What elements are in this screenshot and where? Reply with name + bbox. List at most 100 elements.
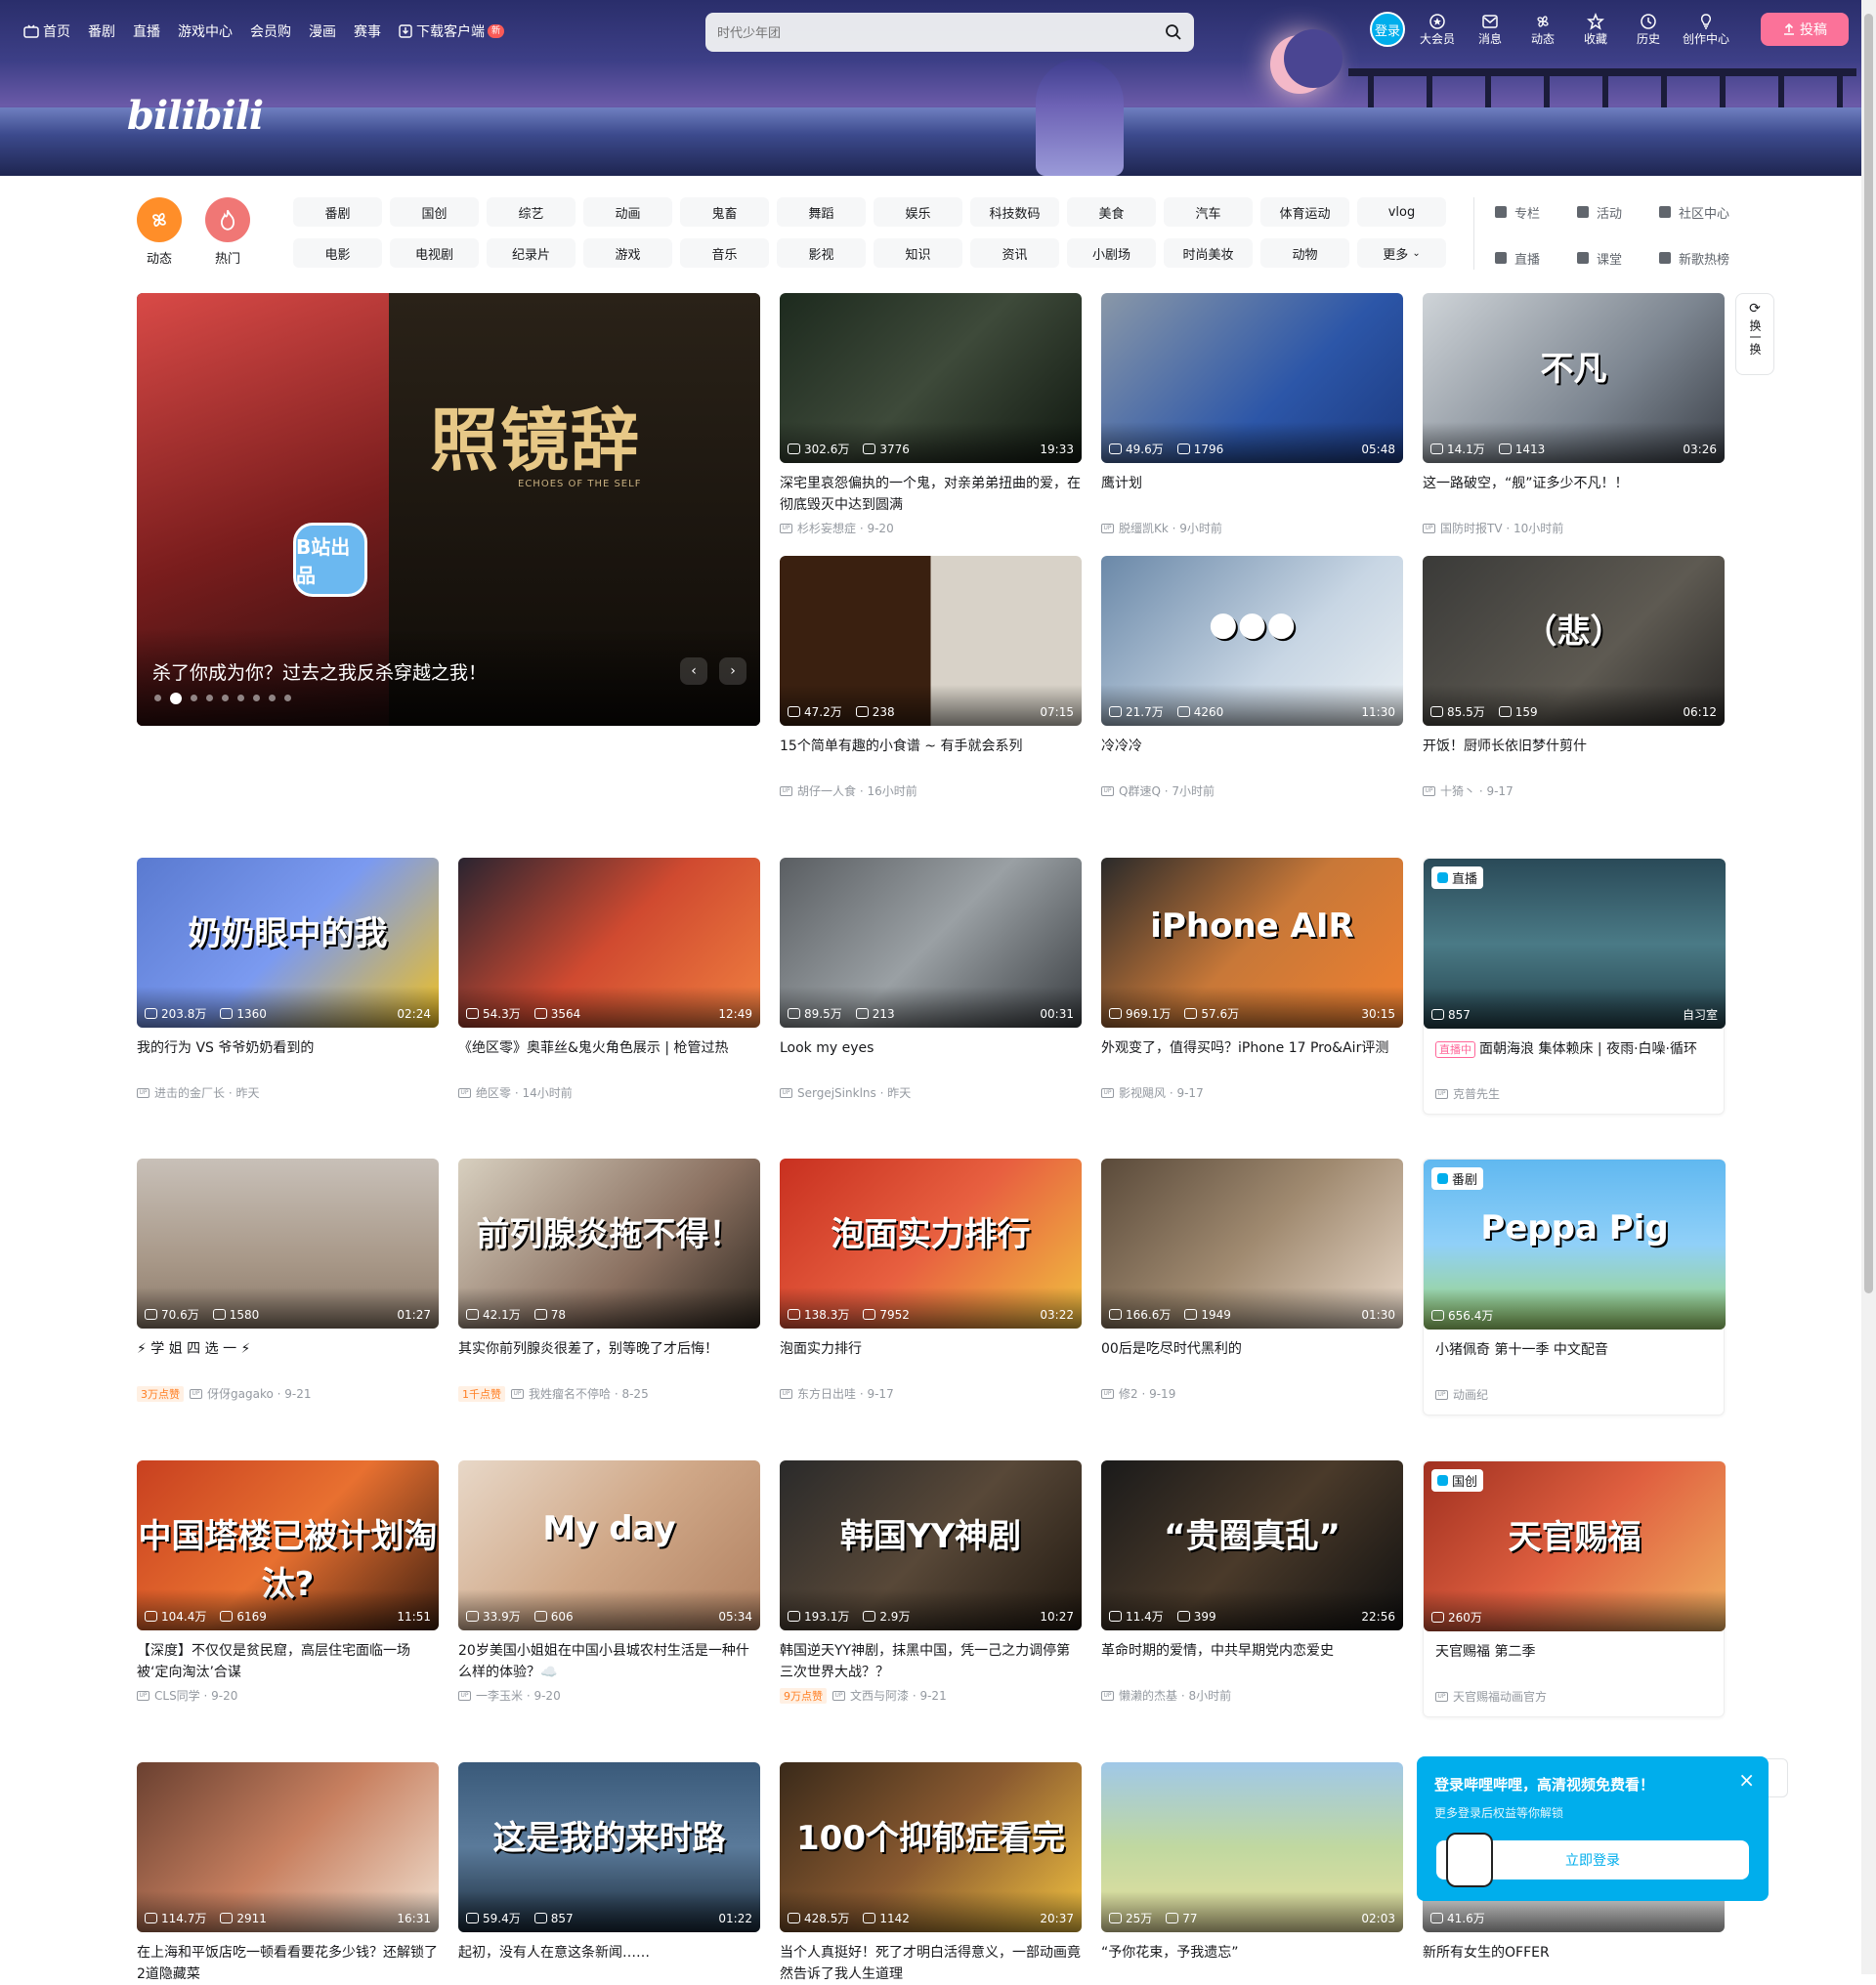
- video-card[interactable]: 天官赐福 国创 260万 天官赐福 第二季 UP 天官赐福动画官方: [1423, 1460, 1726, 1717]
- channel-item[interactable]: 游戏: [583, 238, 672, 268]
- channel-item[interactable]: 资讯: [970, 238, 1059, 268]
- nav-match[interactable]: 赛事: [354, 21, 381, 41]
- tool-favorites[interactable]: 收藏: [1577, 12, 1614, 47]
- video-title[interactable]: 直播中 面朝海浪 集体赖床 | 夜雨·白噪·循环: [1424, 1038, 1724, 1081]
- video-title[interactable]: 泡面实力排行: [780, 1338, 1082, 1381]
- channel-dynamic[interactable]: 动态: [137, 197, 182, 267]
- video-card[interactable]: 114.7万 2911 16:31 在上海和平饭店吃一顿看看要花多少钱？还解锁了2道隐…: [137, 1762, 439, 1985]
- scrollbar-thumb[interactable]: [1864, 14, 1873, 1293]
- video-thumbnail[interactable]: 70.6万 1580 01:27: [137, 1159, 439, 1329]
- video-card[interactable]: ●●● 21.7万 4260 11:30 冷冷冷 UP Q群速Q · 7小时前: [1101, 556, 1403, 799]
- channel-hot[interactable]: 热门: [205, 197, 250, 267]
- video-title[interactable]: 我的行为 VS 爷爷奶奶看到的: [137, 1037, 439, 1080]
- search-input[interactable]: [717, 24, 1165, 40]
- nav-mall[interactable]: 会员购: [250, 21, 291, 41]
- uploader-name[interactable]: 克普先生: [1453, 1085, 1500, 1102]
- uploader-name[interactable]: 影视飓风: [1119, 1084, 1166, 1101]
- video-thumbnail[interactable]: 47.2万 238 07:15: [780, 556, 1082, 726]
- video-card[interactable]: My day 33.9万 606 05:34 20岁美国小姐姐在中国小县城农村生活是一种…: [458, 1460, 760, 1704]
- uploader-name[interactable]: 十猗丶: [1440, 782, 1475, 799]
- channel-item[interactable]: 番剧: [293, 197, 382, 227]
- video-thumbnail[interactable]: iPhone AIR 969.1万 57.6万 30:15: [1101, 858, 1403, 1028]
- video-card[interactable]: 49.6万 1796 05:48 鹰计划 UP 脱缰凯Kk · 9小时前: [1101, 293, 1403, 536]
- channel-item[interactable]: 娱乐: [874, 197, 962, 227]
- uploader-name[interactable]: 一李玉米: [476, 1687, 523, 1704]
- uploader-name[interactable]: 绝区零: [476, 1084, 511, 1101]
- channel-more[interactable]: 更多 ⌄: [1357, 238, 1446, 268]
- channel-item[interactable]: 国创: [390, 197, 479, 227]
- uploader-name[interactable]: Q群速Q: [1119, 782, 1161, 799]
- video-title[interactable]: 《绝区零》奥菲丝&鬼火角色展示 | 枪管过热: [458, 1037, 760, 1080]
- bilibili-logo[interactable]: bilibili: [127, 93, 264, 139]
- channel-item[interactable]: 美食: [1067, 197, 1156, 227]
- video-card[interactable]: 100个抑郁症看完 428.5万 1142 20:37 当个人真挺好！死了才明白活得意义…: [780, 1762, 1082, 1985]
- video-thumbnail[interactable]: 25万 77 02:03: [1101, 1762, 1403, 1932]
- video-card[interactable]: 89.5万 213 00:31 Look my eyes UP SergejSinklns…: [780, 858, 1082, 1101]
- search-box[interactable]: [705, 13, 1194, 52]
- carousel-caption[interactable]: 杀了你成为你？过去之我反杀穿越之我！: [152, 658, 487, 685]
- video-thumbnail[interactable]: （悲） 85.5万 159 06:12: [1423, 556, 1725, 726]
- uploader-name[interactable]: 胡仔一人食: [797, 782, 856, 799]
- uploader-name[interactable]: 天官赐福动画官方: [1453, 1688, 1547, 1705]
- video-card[interactable]: 韩国YY神剧 193.1万 2.9万 10:27 韩国逆天YY神剧，抹黑中国，凭一己之力…: [780, 1460, 1082, 1704]
- video-card[interactable]: 中国塔楼已被计划淘汰? 104.4万 6169 11:51 【深度】不仅仅是贫民窟，高层…: [137, 1460, 439, 1704]
- refresh-button[interactable]: ⟳ 换一换: [1735, 293, 1774, 375]
- tool-creator-center[interactable]: 创作中心: [1683, 13, 1729, 47]
- channel-item[interactable]: 舞蹈: [777, 197, 866, 227]
- video-title[interactable]: 天官赐福 第二季: [1424, 1641, 1724, 1684]
- video-thumbnail[interactable]: ●●● 21.7万 4260 11:30: [1101, 556, 1403, 726]
- video-thumbnail[interactable]: 泡面实力排行 138.3万 7952 03:22: [780, 1159, 1082, 1329]
- video-title[interactable]: 新所有女生的OFFER: [1423, 1942, 1725, 1985]
- video-title[interactable]: 其实你前列腺炎很差了，别等晚了才后悔！: [458, 1338, 760, 1381]
- video-card[interactable]: 泡面实力排行 138.3万 7952 03:22 泡面实力排行 UP 东方日出哇 · 9-1…: [780, 1159, 1082, 1402]
- carousel-dot[interactable]: [269, 695, 276, 701]
- nav-download[interactable]: 下载客户端 新: [399, 21, 505, 41]
- tool-vip[interactable]: 大会员: [1419, 13, 1456, 47]
- video-thumbnail[interactable]: Peppa Pig 番剧 656.4万: [1424, 1160, 1726, 1330]
- side-link-music-chart[interactable]: 新歌热榜: [1659, 248, 1735, 268]
- video-card[interactable]: 25万 77 02:03 “予你花束，予我遗忘”: [1101, 1762, 1403, 1985]
- uploader-name[interactable]: 东方日出哇: [797, 1385, 856, 1402]
- uploader-name[interactable]: 修2: [1119, 1385, 1138, 1402]
- uploader-name[interactable]: CLS同学: [154, 1687, 200, 1704]
- video-card[interactable]: 前列腺炎拖不得！ 42.1万 78 其实你前列腺炎很差了，别等晚了才后悔！ 1千点赞 UP…: [458, 1159, 760, 1402]
- carousel-dot[interactable]: [284, 695, 291, 701]
- upload-button[interactable]: 投稿: [1761, 13, 1850, 46]
- uploader-name[interactable]: 国防时报TV: [1440, 520, 1503, 536]
- channel-item[interactable]: 综艺: [487, 197, 576, 227]
- uploader-name[interactable]: 杉杉妄想症: [797, 520, 856, 536]
- video-card[interactable]: 奶奶眼中的我 203.8万 1360 02:24 我的行为 VS 爷爷奶奶看到的 UP 进击…: [137, 858, 439, 1101]
- video-title[interactable]: ⚡ 学 姐 四 选 一 ⚡: [137, 1338, 439, 1381]
- video-title[interactable]: 20岁美国小姐姐在中国小县城农村生活是一种什么样的体验？☁️: [458, 1640, 760, 1683]
- channel-item[interactable]: 汽车: [1164, 197, 1253, 227]
- video-title[interactable]: “予你花束，予我遗忘”: [1101, 1942, 1403, 1985]
- video-title[interactable]: 00后是吃尽时代黑利的: [1101, 1338, 1403, 1381]
- video-card[interactable]: 166.6万 1949 01:30 00后是吃尽时代黑利的 UP 修2 · 9-19: [1101, 1159, 1403, 1402]
- video-title[interactable]: 革命时期的爱情，中共早期党内恋爱史: [1101, 1640, 1403, 1683]
- side-link-activity[interactable]: 活动: [1577, 202, 1653, 222]
- channel-item[interactable]: 动物: [1260, 238, 1349, 268]
- video-card[interactable]: 不凡 14.1万 1413 03:26 这一路破空，“舰”证多少不凡！！ UP 国防时报TV…: [1423, 293, 1725, 536]
- channel-item[interactable]: 时尚美妆: [1164, 238, 1253, 268]
- video-card[interactable]: 这是我的来时路 59.4万 857 01:22 起初，没有人在意这条新闻……: [458, 1762, 760, 1985]
- video-card[interactable]: “贵圈真乱” 11.4万 399 22:56 革命时期的爱情，中共早期党内恋爱史 UP 懒濑…: [1101, 1460, 1403, 1704]
- page-scrollbar[interactable]: [1861, 0, 1876, 1974]
- video-thumbnail[interactable]: 不凡 14.1万 1413 03:26: [1423, 293, 1725, 463]
- video-thumbnail[interactable]: 奶奶眼中的我 203.8万 1360 02:24: [137, 858, 439, 1028]
- video-card[interactable]: 70.6万 1580 01:27 ⚡ 学 姐 四 选 一 ⚡ 3万点赞 UP 伢伢gagak…: [137, 1159, 439, 1402]
- uploader-name[interactable]: 伢伢gagako: [207, 1385, 274, 1402]
- video-title[interactable]: 韩国逆天YY神剧，抹黑中国，凭一己之力调停第三次世界大战？？: [780, 1640, 1082, 1683]
- video-title[interactable]: 【深度】不仅仅是贫民窟，高层住宅面临一场被‘定向淘汰’合谋: [137, 1640, 439, 1683]
- nav-bangumi[interactable]: 番剧: [88, 21, 115, 41]
- channel-item[interactable]: 知识: [874, 238, 962, 268]
- video-title[interactable]: Look my eyes: [780, 1037, 1082, 1080]
- video-title[interactable]: 深宅里哀怨偏执的一个鬼，对亲弟弟扭曲的爱，在彻底毁灭中达到圆满: [780, 473, 1082, 516]
- uploader-name[interactable]: 脱缰凯Kk: [1119, 520, 1169, 536]
- carousel-dot[interactable]: [206, 695, 213, 701]
- channel-item[interactable]: 电影: [293, 238, 382, 268]
- video-thumbnail[interactable]: 韩国YY神剧 193.1万 2.9万 10:27: [780, 1460, 1082, 1630]
- video-thumbnail[interactable]: 100个抑郁症看完 428.5万 1142 20:37: [780, 1762, 1082, 1932]
- uploader-name[interactable]: 文西与阿漆: [850, 1687, 909, 1704]
- tool-history[interactable]: 历史: [1630, 13, 1667, 47]
- channel-item[interactable]: 科技数码: [970, 197, 1059, 227]
